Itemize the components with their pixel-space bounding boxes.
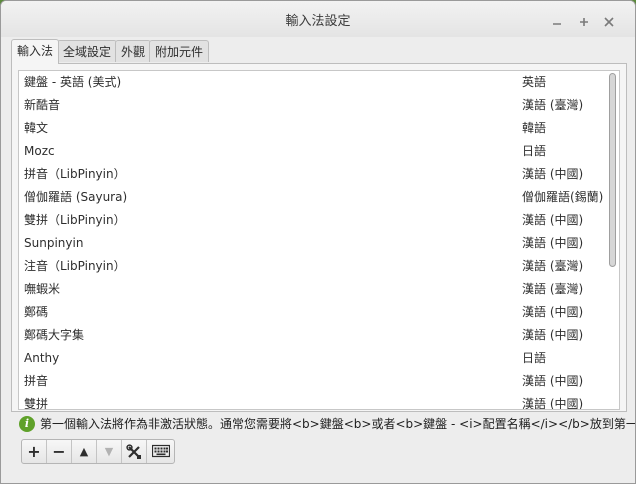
title-bar[interactable]: 輸入法設定 xyxy=(1,1,635,37)
input-method-language: 漢語 (中國) xyxy=(522,167,584,181)
input-method-name: 拼音（LibPinyin） xyxy=(24,167,126,181)
tab-input-methods[interactable]: 輸入法 xyxy=(11,39,60,64)
input-method-language: 漢語 (中國) xyxy=(522,213,584,227)
list-item[interactable]: 鍵盤 - 英語 (美式) 英語 xyxy=(19,71,605,94)
input-method-language: 漢語 (中國) xyxy=(522,374,584,388)
list-item[interactable]: 新酷音 漢語 (臺灣) xyxy=(19,94,605,117)
minimize-icon[interactable] xyxy=(549,14,565,30)
keyboard-layout-button[interactable] xyxy=(147,440,174,463)
list-item[interactable]: 注音（LibPinyin） 漢語 (臺灣) xyxy=(19,255,605,278)
input-method-language: 日語 xyxy=(522,351,547,365)
input-method-name: 鄭碼 xyxy=(24,305,49,319)
input-method-name: Anthy xyxy=(24,351,60,365)
input-method-name: 韓文 xyxy=(24,121,49,135)
input-method-language: 漢語 (中國) xyxy=(522,328,584,342)
input-method-language: 漢語 (臺灣) xyxy=(522,259,584,273)
input-method-name: 僧伽羅語 (Sayura) xyxy=(24,190,128,204)
list-item[interactable]: Anthy 日語 xyxy=(19,347,605,370)
configure-button[interactable] xyxy=(122,440,147,463)
input-method-name: 新酷音 xyxy=(24,98,61,112)
input-method-name: 雙拼 xyxy=(24,397,49,410)
input-method-language: 漢語 (臺灣) xyxy=(522,282,584,296)
list-item[interactable]: 僧伽羅語 (Sayura) 僧伽羅語(錫蘭) xyxy=(19,186,605,209)
input-method-name: Sunpinyin xyxy=(24,236,84,250)
list-item[interactable]: Sunpinyin 漢語 (中國) xyxy=(19,232,605,255)
tab-addons[interactable]: 附加元件 xyxy=(149,40,210,62)
close-icon[interactable] xyxy=(601,14,617,30)
list-item[interactable]: Mozc 日語 xyxy=(19,140,605,163)
tab-global-settings[interactable]: 全域設定 xyxy=(57,40,118,62)
input-method-name: 雙拼（LibPinyin） xyxy=(24,213,126,227)
input-method-language: 僧伽羅語(錫蘭) xyxy=(522,190,604,204)
list-item[interactable]: 鄭碼大字集 漢語 (中國) xyxy=(19,324,605,347)
list-item[interactable]: 雙拼（LibPinyin） 漢語 (中國) xyxy=(19,209,605,232)
input-method-language: 漢語 (臺灣) xyxy=(522,98,584,112)
input-method-name: 鄭碼大字集 xyxy=(24,328,85,342)
input-method-name: 拼音 xyxy=(24,374,49,388)
list-item[interactable]: 鄭碼 漢語 (中國) xyxy=(19,301,605,324)
tools-icon xyxy=(126,444,141,459)
input-method-language: 日語 xyxy=(522,144,547,158)
input-method-name: 嘸蝦米 xyxy=(24,282,61,296)
input-method-name: Mozc xyxy=(24,144,55,158)
input-method-language: 英語 xyxy=(522,75,547,89)
move-up-button[interactable]: ▲ xyxy=(72,440,97,463)
input-method-settings-window: 輸入法設定 輸入法 全域設定 外觀 附加元件 鍵盤 - 英語 (美式) 英語新酷音… xyxy=(0,0,636,484)
keyboard-icon xyxy=(151,444,170,458)
tab-panel: 鍵盤 - 英語 (美式) 英語 新酷音 漢語 (臺灣) 韓文 韓語 Mozc 日語 拼音（Lib… xyxy=(11,63,627,412)
input-method-language: 韓語 xyxy=(522,121,547,135)
list-toolbar: + − ▲ ▼ xyxy=(21,439,175,464)
list-item[interactable]: 韓文 韓語 xyxy=(19,117,605,140)
input-method-list[interactable]: 鍵盤 - 英語 (美式) 英語 新酷音 漢語 (臺灣) 韓文 韓語 Mozc 日語 拼音（Lib… xyxy=(18,70,620,410)
tab-appearance[interactable]: 外觀 xyxy=(115,40,152,62)
move-down-button[interactable]: ▼ xyxy=(97,440,122,463)
input-method-name: 鍵盤 - 英語 (美式) xyxy=(24,75,122,89)
input-method-language: 漢語 (中國) xyxy=(522,397,584,410)
info-bar: i 第一個輸入法將作為非激活狀態。通常您需要將<b>鍵盤<b>或者<b>鍵盤 -… xyxy=(19,413,635,435)
window-title: 輸入法設定 xyxy=(285,14,351,29)
list-item[interactable]: 拼音（LibPinyin） 漢語 (中國) xyxy=(19,163,605,186)
input-method-name: 注音（LibPinyin） xyxy=(24,259,126,273)
input-method-language: 漢語 (中國) xyxy=(522,236,584,250)
maximize-icon[interactable] xyxy=(576,14,592,30)
info-message: 第一個輸入法將作為非激活狀態。通常您需要將<b>鍵盤<b>或者<b>鍵盤 - <… xyxy=(40,417,636,431)
add-button[interactable]: + xyxy=(22,440,47,463)
list-item[interactable]: 拼音 漢語 (中國) xyxy=(19,370,605,393)
input-method-language: 漢語 (中國) xyxy=(522,305,584,319)
list-item[interactable]: 雙拼 漢語 (中國) xyxy=(19,393,605,410)
info-icon: i xyxy=(19,416,35,432)
remove-button[interactable]: − xyxy=(47,440,72,463)
scrollbar[interactable] xyxy=(607,72,618,408)
list-item[interactable]: 嘸蝦米 漢語 (臺灣) xyxy=(19,278,605,301)
scrollbar-thumb[interactable] xyxy=(609,73,616,267)
